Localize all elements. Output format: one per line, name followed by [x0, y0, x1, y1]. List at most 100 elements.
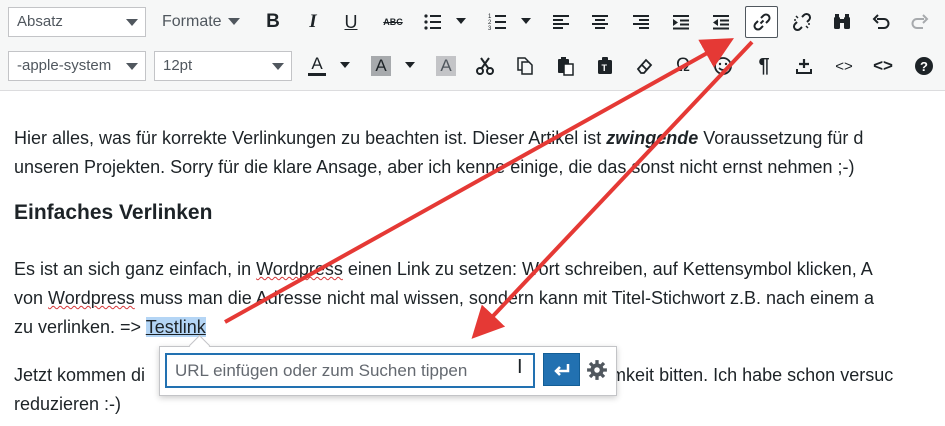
insert-link-button[interactable] — [745, 6, 778, 38]
align-center-icon — [592, 15, 608, 29]
formats-menu-label: Formate — [162, 13, 222, 30]
paragraph-3-line-2: reduzieren :-) — [14, 394, 122, 414]
text-run: Voraussetzung für d — [698, 128, 864, 148]
inline-link-popup: URL einfügen oder zum Suchen tippen I — [159, 346, 617, 396]
redo-button[interactable] — [905, 7, 935, 37]
paste-as-text-button[interactable]: T — [590, 51, 620, 81]
unlink-button[interactable] — [787, 7, 817, 37]
editor-toolbar: Absatz Formate B I U ABC 123 -apple-syst… — [0, 0, 945, 91]
font-family-select[interactable]: -apple-system — [8, 51, 146, 81]
eraser-button[interactable] — [629, 51, 659, 81]
clipboard-text-icon: T — [598, 57, 612, 74]
scissors-icon — [476, 57, 494, 75]
undo-button[interactable] — [866, 7, 896, 37]
clear-formatting-button[interactable]: A — [431, 51, 461, 81]
insert-icon — [796, 59, 812, 74]
redo-icon — [911, 14, 929, 29]
svg-text:T: T — [602, 63, 608, 73]
eraser-icon — [636, 58, 653, 74]
undo-icon — [872, 14, 890, 29]
formats-menu[interactable]: Formate — [162, 7, 240, 37]
source-code-icon: <> — [873, 56, 893, 75]
outdent-icon — [713, 15, 729, 30]
show-invisibles-button[interactable]: ¶ — [749, 51, 779, 81]
bold-button[interactable]: B — [258, 7, 288, 37]
text-run: von — [14, 288, 49, 308]
binoculars-icon — [834, 14, 850, 29]
numbered-list-button[interactable]: 123 — [483, 7, 513, 37]
url-input[interactable]: URL einfügen oder zum Suchen tippen — [165, 353, 535, 388]
code-button[interactable]: <> — [829, 51, 859, 81]
chevron-down-icon[interactable] — [405, 62, 415, 68]
link-icon — [752, 13, 771, 31]
indent-button[interactable] — [666, 7, 696, 37]
gear-icon — [587, 360, 607, 380]
chevron-down-icon[interactable] — [340, 62, 350, 68]
align-right-icon — [633, 15, 649, 29]
insert-button[interactable] — [789, 51, 819, 81]
emoji-button[interactable] — [708, 51, 738, 81]
bold-icon: B — [266, 11, 280, 32]
text-color-swatch — [308, 73, 326, 76]
italic-button[interactable]: I — [298, 7, 328, 37]
section-heading: Einfaches Verlinken — [14, 201, 213, 224]
text-color-icon: A — [311, 54, 323, 73]
toolbar-row-1: Absatz Formate B I U ABC 123 — [0, 0, 945, 44]
text-run: Es ist an sich ganz einfach, in — [14, 259, 257, 279]
text-run: Hier alles, was für korrekte Verlinkunge… — [14, 128, 607, 148]
paragraph-format-select[interactable]: Absatz — [8, 7, 146, 37]
chevron-down-icon — [272, 63, 284, 70]
apply-link-button[interactable] — [543, 353, 580, 386]
paragraph-2-line-2: von Wordpress muss man die Adresse nicht… — [14, 284, 874, 313]
pilcrow-icon: ¶ — [758, 54, 770, 77]
help-icon-glyph: ? — [920, 58, 928, 74]
background-color-icon: A — [371, 56, 391, 76]
align-left-button[interactable] — [546, 7, 576, 37]
align-left-icon — [553, 15, 569, 29]
text-run: zu verlinken. => — [14, 317, 146, 337]
align-right-button[interactable] — [626, 7, 656, 37]
clear-formatting-icon: A — [436, 56, 456, 76]
source-code-button[interactable]: <> — [868, 51, 898, 81]
font-size-select[interactable]: 12pt — [154, 51, 292, 81]
italic-icon: I — [309, 11, 317, 32]
paste-icon — [558, 57, 574, 76]
link-settings-button[interactable] — [584, 357, 610, 383]
omega-icon: Ω — [675, 55, 691, 76]
help-button[interactable]: ? — [909, 51, 939, 81]
misspelled-word[interactable]: Wordpress — [256, 259, 343, 279]
chevron-down-icon — [227, 18, 240, 26]
paragraph-1-line-2: unseren Projekten. Sorry für die klare A… — [14, 157, 855, 177]
find-button[interactable] — [827, 7, 857, 37]
outdent-button[interactable] — [706, 7, 736, 37]
special-character-button[interactable]: Ω — [668, 51, 698, 81]
bullet-list-icon — [424, 14, 441, 30]
text-run: samkeit bitten. Ich habe schon versuc — [592, 365, 894, 385]
underline-button[interactable]: U — [336, 7, 366, 37]
text-run: einen Link zu setzen: Wort schreiben, au… — [342, 259, 873, 279]
copy-icon — [517, 57, 533, 75]
numbered-list-icon: 123 — [488, 14, 506, 32]
underline-icon: U — [344, 11, 358, 32]
chevron-down-icon[interactable] — [521, 18, 531, 24]
cut-button[interactable] — [470, 51, 500, 81]
paragraph-format-value: Absatz — [17, 13, 63, 30]
align-center-button[interactable] — [585, 7, 615, 37]
background-color-button[interactable]: A — [366, 51, 396, 81]
code-icon: <> — [835, 57, 853, 75]
return-icon — [553, 363, 569, 376]
indent-icon — [673, 15, 689, 30]
paragraph-2-line-3: zu verlinken. => Testlink — [14, 313, 206, 342]
emphasized-text: zwingende — [606, 128, 699, 148]
help-icon: ? — [915, 57, 933, 75]
toolbar-row-2: -apple-system 12pt A A A T Ω ¶ <> <> ? — [0, 44, 945, 88]
bullet-list-button[interactable] — [418, 7, 448, 37]
misspelled-word[interactable]: Wordpress — [48, 288, 135, 308]
strikethrough-icon: ABC — [383, 17, 403, 27]
chevron-down-icon[interactable] — [456, 18, 466, 24]
paste-button[interactable] — [550, 51, 580, 81]
copy-button[interactable] — [510, 51, 540, 81]
selected-link-text[interactable]: Testlink — [145, 317, 206, 337]
text-color-button[interactable]: A — [302, 51, 332, 81]
strikethrough-button[interactable]: ABC — [378, 7, 408, 37]
